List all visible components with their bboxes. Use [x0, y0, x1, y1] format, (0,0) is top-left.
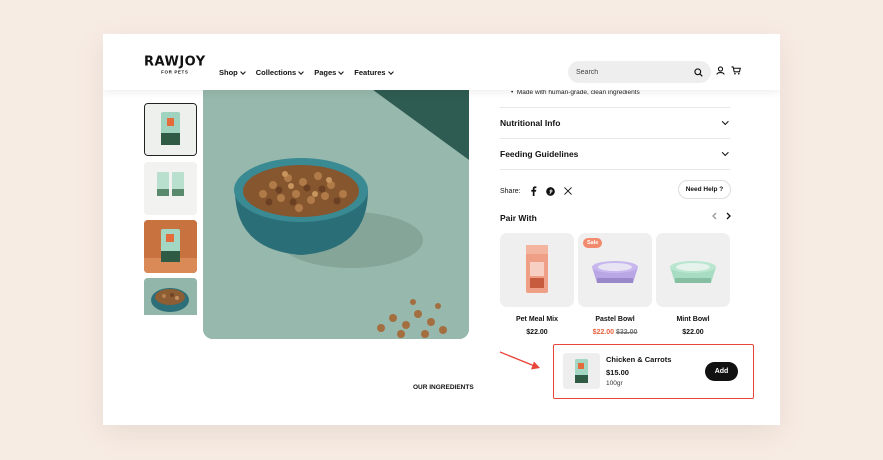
user-icon[interactable]	[716, 66, 725, 75]
chevron-down-icon	[239, 68, 246, 75]
sticky-product-price: $15.00	[606, 368, 629, 377]
thumbnail-2[interactable]	[144, 162, 197, 215]
sticky-product-title: Chicken & Carrots	[606, 355, 672, 364]
add-to-cart-button[interactable]: Add	[705, 362, 738, 381]
pair-card-price: $22.00 $32.00	[578, 329, 652, 336]
facebook-icon[interactable]	[530, 186, 537, 196]
pair-carousel-nav	[711, 212, 732, 220]
nav-item-pages[interactable]: Pages	[314, 68, 345, 77]
divider	[500, 138, 730, 139]
feature-bullet-text: Made with human-grade, clean ingredients	[516, 89, 640, 96]
accordion-nutritional-info[interactable]: Nutritional Info	[500, 118, 730, 128]
brand-tagline: FOR PETS	[161, 69, 189, 75]
old-price: $32.00	[615, 329, 638, 336]
accordion-feeding-guidelines[interactable]: Feeding Guidelines	[500, 149, 730, 159]
pair-with-heading: Pair With	[500, 213, 537, 223]
sticky-add-to-cart: Chicken & Carrots $15.00 100gr Add	[553, 344, 754, 399]
brand-name: RAWJOY	[144, 54, 206, 70]
search-bar	[568, 61, 711, 83]
chevron-down-icon	[721, 149, 728, 156]
nav-item-features[interactable]: Features	[354, 68, 394, 77]
divider	[500, 169, 730, 170]
product-main-image	[203, 90, 469, 339]
ingredients-heading: OUR INGREDIENTS	[413, 384, 474, 391]
pair-card-name[interactable]: Mint Bowl	[656, 316, 730, 323]
chevron-down-icon	[298, 68, 305, 75]
site-header: RAWJOY FOR PETS Shop Collections Pages F…	[103, 34, 780, 90]
nav-item-collections[interactable]: Collections	[255, 68, 305, 77]
sale-price: $22.00	[592, 329, 615, 336]
divider	[500, 107, 730, 108]
chevron-down-icon	[338, 68, 345, 75]
nav-label: Pages	[314, 68, 337, 77]
chevron-right-icon[interactable]	[725, 212, 732, 220]
pair-card-mint-bowl[interactable]	[656, 233, 730, 307]
nav-item-shop[interactable]: Shop	[219, 68, 246, 77]
pair-card-pastel-bowl[interactable]: Sale	[578, 233, 652, 307]
accordion-label: Nutritional Info	[500, 118, 561, 128]
nav-label: Shop	[219, 68, 238, 77]
sale-badge: Sale	[583, 238, 603, 248]
thumbnail-3[interactable]	[144, 220, 197, 273]
x-icon[interactable]	[563, 187, 572, 195]
pair-card-pet-meal-mix[interactable]	[500, 233, 574, 307]
chevron-down-icon	[387, 68, 394, 75]
pair-card-name[interactable]: Pastel Bowl	[578, 316, 652, 323]
nav-label: Collections	[255, 68, 297, 77]
main-nav: Shop Collections Pages Features	[219, 68, 394, 77]
search-icon[interactable]	[694, 67, 703, 77]
cart-icon[interactable]	[731, 66, 741, 75]
sticky-product-weight: 100gr	[606, 380, 623, 387]
pair-card-price: $22.00	[526, 329, 548, 336]
thumbnail-1[interactable]	[144, 103, 197, 156]
need-help-button[interactable]: Need Help ?	[678, 180, 731, 199]
share-row: Share:	[500, 186, 572, 196]
pair-card-price: $22.00	[682, 329, 704, 336]
search-input[interactable]	[576, 68, 676, 76]
annotation-arrow-icon	[499, 351, 540, 370]
pinterest-icon[interactable]	[545, 186, 555, 196]
accordion-label: Feeding Guidelines	[500, 149, 579, 159]
chevron-down-icon	[721, 118, 728, 125]
chevron-left-icon[interactable]	[711, 212, 718, 220]
nav-label: Features	[354, 68, 386, 77]
sticky-product-image	[563, 353, 600, 389]
pair-card-name[interactable]: Pet Meal Mix	[500, 316, 574, 323]
feature-bullet: • Made with human-grade, clean ingredien…	[511, 89, 640, 96]
thumbnail-4[interactable]	[144, 278, 197, 315]
share-label: Share:	[500, 187, 521, 195]
brand-logo[interactable]: RAWJOY FOR PETS	[144, 56, 206, 75]
